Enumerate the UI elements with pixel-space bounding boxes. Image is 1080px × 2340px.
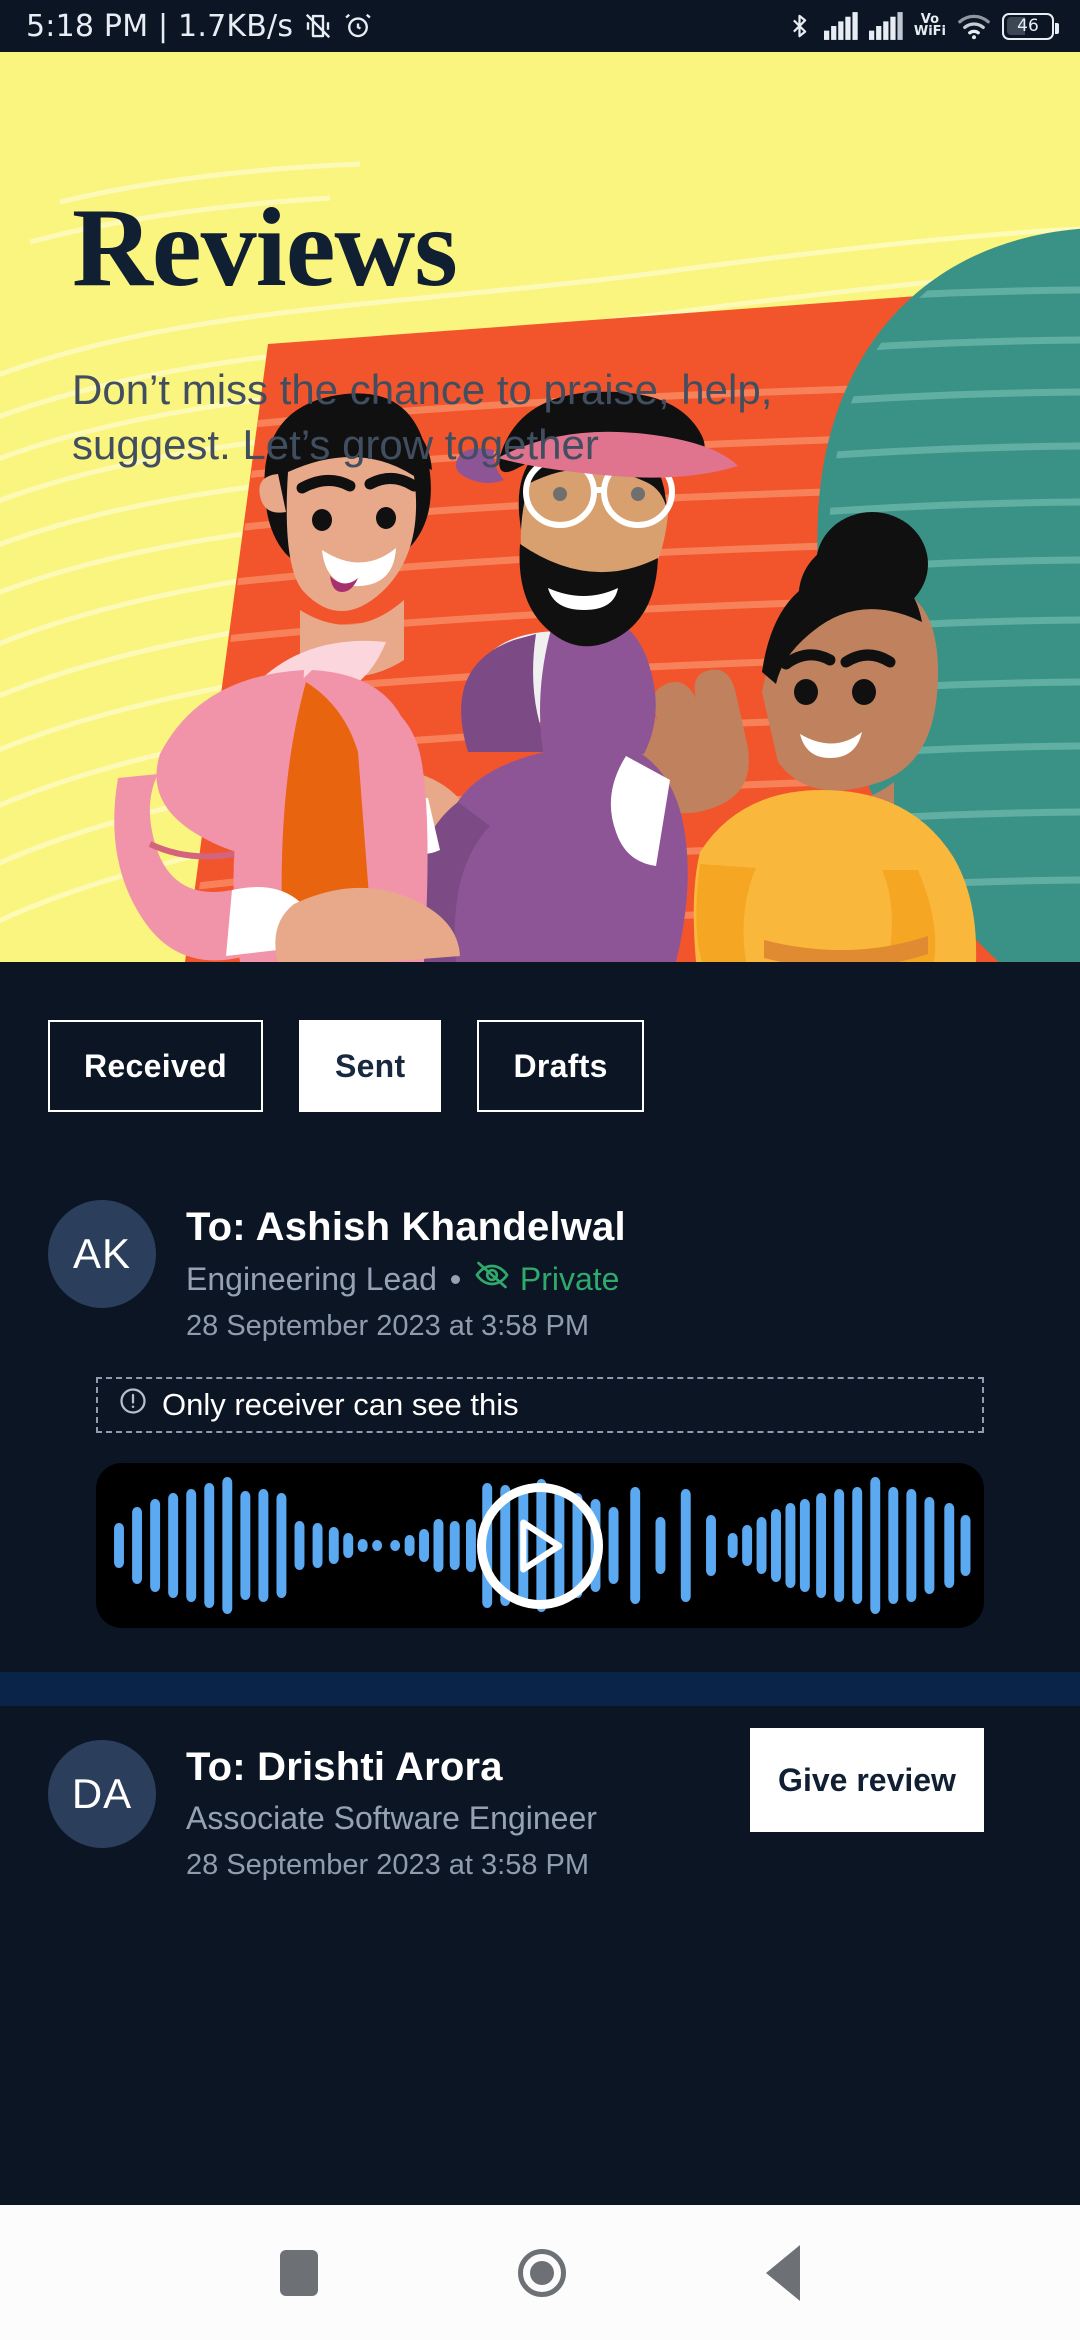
alarm-icon bbox=[343, 11, 373, 41]
recipient-role: Engineering Lead bbox=[186, 1260, 437, 1297]
eye-off-icon bbox=[474, 1260, 510, 1298]
separator-dot bbox=[450, 1274, 460, 1284]
status-bar-left: 5:18 PM | 1.7KB/s bbox=[26, 9, 373, 44]
audio-player[interactable] bbox=[96, 1463, 984, 1628]
review-meta: To: Ashish Khandelwal Engineering Lead P bbox=[186, 1200, 1032, 1343]
hero-banner: Reviews Don’t miss the chance to praise,… bbox=[0, 52, 1080, 962]
review-list: AK To: Ashish Khandelwal Engineering Lea… bbox=[0, 1170, 1080, 2205]
recipient-role: Associate Software Engineer bbox=[186, 1800, 597, 1836]
review-timestamp: 28 September 2023 at 3:58 PM bbox=[186, 1849, 590, 1881]
visibility-label: Private bbox=[519, 1260, 620, 1297]
review-card-header: AK To: Ashish Khandelwal Engineering Lea… bbox=[48, 1200, 1032, 1343]
battery-icon: 46 bbox=[1002, 12, 1059, 40]
review-timestamp: 28 September 2023 at 3:58 PM bbox=[186, 1310, 590, 1342]
review-card-header: DA To: Drishti Arora Associate Software … bbox=[48, 1728, 1032, 1882]
battery-level-label: 46 bbox=[1017, 16, 1039, 36]
status-time-and-network: 5:18 PM | 1.7KB/s bbox=[26, 8, 294, 44]
privacy-notice-label: Only receiver can see this bbox=[162, 1387, 519, 1422]
visibility-badge: Private bbox=[474, 1260, 620, 1298]
android-nav-bar bbox=[0, 2205, 1080, 2340]
page-subtitle: Don’t miss the chance to praise, help, s… bbox=[72, 366, 773, 469]
vowifi-icon: Vo WiFi bbox=[913, 13, 946, 39]
play-icon bbox=[520, 1519, 563, 1572]
bluetooth-icon bbox=[786, 11, 813, 41]
status-bar: 5:18 PM | 1.7KB/s Vo WiFi 46 bbox=[0, 0, 1080, 52]
tab-drafts[interactable]: Drafts bbox=[477, 1020, 644, 1112]
review-card[interactable]: DA To: Drishti Arora Associate Software … bbox=[0, 1706, 1080, 1882]
signal-icon bbox=[823, 12, 858, 40]
info-circle-icon bbox=[118, 1386, 148, 1424]
back-triangle-icon[interactable] bbox=[766, 2244, 800, 2301]
tab-bar: Received Sent Drafts bbox=[0, 962, 1080, 1170]
recipient-name: To: Ashish Khandelwal bbox=[186, 1205, 626, 1249]
vowifi-wifi-label: WiFi bbox=[913, 24, 946, 39]
signal-icon bbox=[868, 12, 903, 40]
status-bar-right: Vo WiFi 46 bbox=[786, 11, 1059, 41]
role-row: Engineering Lead Private bbox=[186, 1260, 1032, 1298]
vibrate-off-icon bbox=[303, 11, 333, 41]
avatar: DA bbox=[48, 1740, 156, 1848]
wifi-icon bbox=[957, 12, 991, 40]
play-button[interactable] bbox=[477, 1482, 603, 1609]
recents-square-icon[interactable] bbox=[280, 2249, 318, 2296]
give-review-button[interactable]: Give review bbox=[750, 1728, 984, 1832]
privacy-notice: Only receiver can see this bbox=[96, 1377, 984, 1433]
tab-received[interactable]: Received bbox=[48, 1020, 263, 1112]
tab-sent[interactable]: Sent bbox=[298, 1020, 442, 1112]
avatar: AK bbox=[48, 1200, 156, 1308]
card-separator bbox=[0, 1672, 1080, 1706]
page-title: Reviews bbox=[72, 186, 458, 310]
review-card[interactable]: AK To: Ashish Khandelwal Engineering Lea… bbox=[0, 1170, 1080, 1628]
home-circle-icon[interactable] bbox=[518, 2248, 566, 2297]
